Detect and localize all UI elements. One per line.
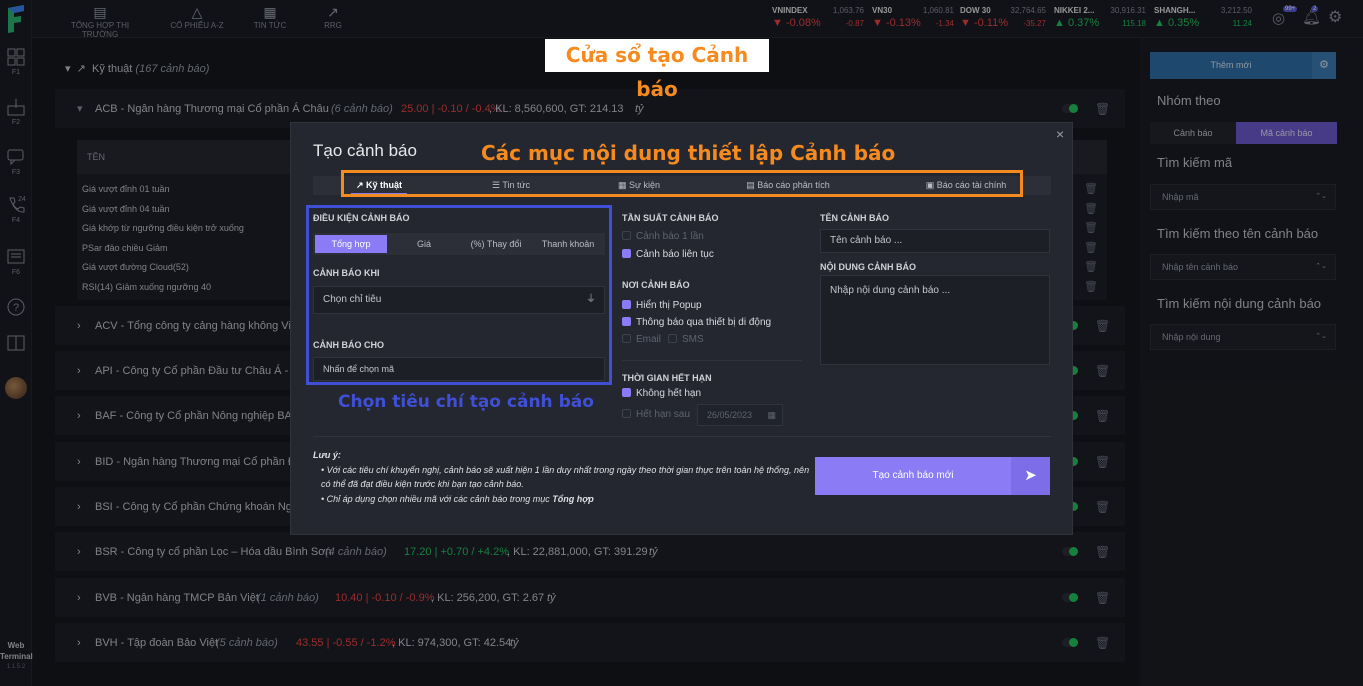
mobile-checkbox[interactable]: Thông báo qua thiết bị di động <box>622 317 771 328</box>
note-block: Lưu ý: • Với các tiêu chí khuyến nghị, c… <box>313 450 810 504</box>
annotation-criteria-box <box>306 205 612 385</box>
create-alert-button[interactable]: Tạo cảnh báo mới <box>815 457 1011 495</box>
expiry-date-input[interactable]: 26/05/2023 ▦ <box>697 404 783 426</box>
channel-label: NƠI CẢNH BÁO <box>622 280 690 290</box>
popup-checkbox[interactable]: Hiển thị Popup <box>622 300 702 311</box>
annotation-window: Cửa sổ tạo Cảnh báo <box>545 39 769 101</box>
modal-title: Tạo cảnh báo <box>313 141 417 160</box>
freq-once-checkbox[interactable]: Cảnh báo 1 lần <box>622 231 704 242</box>
email-checkbox[interactable]: Email <box>622 334 661 345</box>
name-label: TÊN CẢNH BÁO <box>820 213 889 223</box>
annotation-tabs-box <box>341 170 1023 197</box>
content-label: NỘI DUNG CẢNH BÁO <box>820 262 916 272</box>
alert-content-textarea[interactable]: Nhập nội dung cảnh báo ... <box>820 275 1050 365</box>
send-icon[interactable]: ➤ <box>1011 457 1050 495</box>
expiry-label: THỜI GIAN HẾT HẠN <box>622 373 712 383</box>
annotation-criteria: Chọn tiêu chí tạo cảnh báo <box>338 392 594 412</box>
annotation-tabs: Các mục nội dung thiết lập Cảnh báo <box>481 141 896 165</box>
freq-continuous-checkbox[interactable]: Cảnh báo liên tục <box>622 249 714 260</box>
expire-after-checkbox[interactable]: Hết hạn sau <box>622 409 690 420</box>
frequency-label: TẦN SUẤT CẢNH BÁO <box>622 213 719 223</box>
close-icon[interactable]: × <box>1056 126 1064 142</box>
calendar-icon: ▦ <box>767 410 776 420</box>
alert-name-input[interactable]: Tên cảnh báo ... <box>820 229 1050 253</box>
sms-checkbox[interactable]: SMS <box>668 334 704 345</box>
no-expiry-checkbox[interactable]: Không hết hạn <box>622 388 701 399</box>
